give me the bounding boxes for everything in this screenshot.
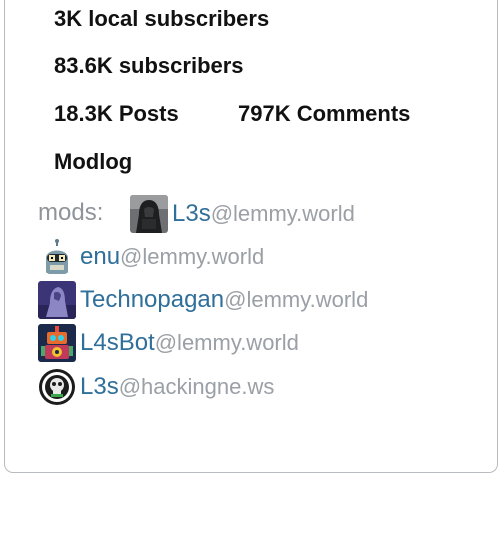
moderator-item[interactable]: enu @lemmy.world: [38, 238, 264, 276]
moderator-instance: @lemmy.world: [120, 244, 265, 269]
moderator-instance: @lemmy.world: [224, 287, 369, 312]
colorful-robot-avatar-icon: [38, 324, 76, 362]
moderator-instance: @lemmy.world: [210, 201, 355, 226]
moderator-item[interactable]: Technopagan @lemmy.world: [38, 281, 368, 319]
posts-count: 18.3K Posts: [54, 101, 179, 126]
moderator-instance: @hackingne.ws: [118, 374, 275, 399]
moderator-name[interactable]: enu: [80, 243, 120, 271]
local-subscribers-count: 3K local subscribers: [54, 6, 270, 31]
moderator-name[interactable]: L3s: [172, 200, 211, 228]
hooded-figure-avatar-icon: [130, 195, 168, 233]
moderator-name[interactable]: Technopagan: [80, 286, 224, 314]
moderator-name[interactable]: L4sBot: [80, 329, 155, 357]
mods-label: mods:: [38, 199, 104, 226]
robot-bender-avatar-icon: [38, 238, 76, 276]
skull-badge-avatar-icon: [38, 368, 76, 406]
moderator-name[interactable]: L3s: [80, 373, 119, 401]
subscribers-count: 83.6K subscribers: [54, 53, 244, 78]
hooded-statue-avatar-icon: [38, 281, 76, 319]
moderator-instance: @lemmy.world: [154, 330, 299, 355]
moderator-item[interactable]: L3s @lemmy.world: [130, 195, 355, 233]
comments-count: 797K Comments: [238, 101, 411, 126]
modlog-link[interactable]: Modlog: [54, 149, 132, 175]
moderator-item[interactable]: L4sBot @lemmy.world: [38, 324, 299, 362]
moderator-item[interactable]: L3s @hackingne.ws: [38, 368, 274, 406]
